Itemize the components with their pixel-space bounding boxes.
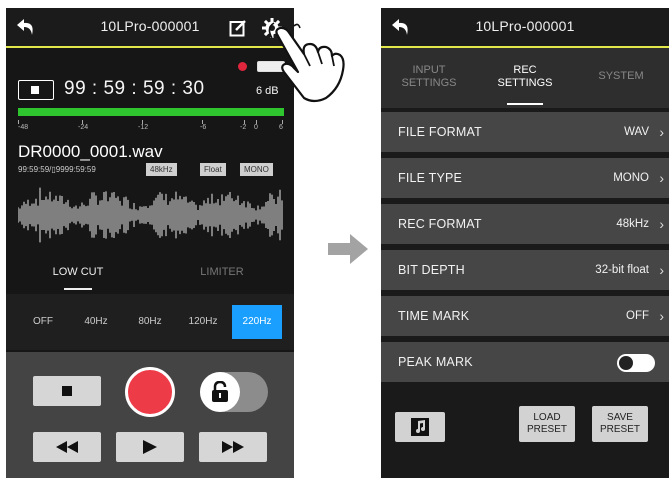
- chevron-right-icon: ›: [659, 308, 664, 324]
- menu-label: REC FORMAT: [398, 217, 482, 231]
- file-name: DR0000_0001.wav: [18, 142, 163, 161]
- edit-icon[interactable]: [229, 19, 247, 37]
- waveform: [18, 187, 283, 243]
- tab-rec-settings[interactable]: REC SETTINGS: [477, 64, 573, 90]
- remaining-time: 99:59:59/▯9999:59:59: [18, 165, 96, 174]
- rewind-button[interactable]: [33, 432, 101, 462]
- record-indicator: [238, 62, 247, 71]
- back-icon[interactable]: [391, 18, 411, 36]
- transition-arrow-icon: [328, 234, 368, 264]
- menu-value: WAV: [624, 126, 649, 138]
- menu-row-peak-mark: PEAK MARK: [381, 342, 669, 382]
- menu-row-time-mark[interactable]: TIME MARK OFF ›: [381, 296, 669, 336]
- lock-toggle[interactable]: [200, 372, 268, 412]
- meter-scale: -48 -24 -12 -6 -2 0 6: [18, 120, 284, 134]
- stop-button[interactable]: [33, 376, 101, 406]
- menu-label: FILE TYPE: [398, 171, 463, 185]
- scale-tick-label: 0: [254, 124, 258, 131]
- tab-limiter[interactable]: LIMITER: [170, 266, 274, 278]
- tab-underline: [64, 288, 92, 290]
- sample-rate-badge: 48kHz: [146, 163, 177, 176]
- main-screen: 10LPro-000001 99 : 59 : 59 : 30 6 dB -48…: [6, 8, 294, 478]
- music-library-button[interactable]: [395, 412, 445, 442]
- menu-value: MONO: [613, 172, 649, 184]
- scale-tick-label: -6: [200, 124, 207, 131]
- scale-tick-label: -12: [138, 124, 149, 131]
- menu-label: BIT DEPTH: [398, 263, 465, 277]
- record-button[interactable]: [125, 367, 175, 417]
- active-tab-underline: [507, 103, 543, 105]
- transport-status-icon: [18, 80, 54, 100]
- scale-tick-label: -2: [240, 124, 247, 131]
- back-icon[interactable]: [16, 18, 36, 36]
- low-cut-off[interactable]: OFF: [18, 316, 68, 327]
- top-bar: 10LPro-000001: [6, 8, 294, 46]
- level-meter: [18, 108, 284, 116]
- preset-bar: LOAD PRESET SAVE PRESET: [381, 394, 669, 478]
- fast-forward-button[interactable]: [199, 432, 267, 462]
- menu-label: PEAK MARK: [398, 355, 473, 369]
- device-title: 10LPro-000001: [100, 18, 200, 34]
- scale-tick-label: 6: [279, 124, 283, 131]
- play-button[interactable]: [116, 432, 184, 462]
- top-bar: 10LPro-000001: [381, 8, 669, 46]
- low-cut-80hz[interactable]: 80Hz: [125, 316, 175, 327]
- save-preset-button[interactable]: SAVE PRESET: [592, 406, 648, 442]
- stop-icon: [62, 386, 72, 396]
- fast-forward-icon: [222, 441, 244, 453]
- effect-tabs: LOW CUT LIMITER: [6, 252, 294, 292]
- menu-value: OFF: [626, 310, 649, 322]
- low-cut-120hz[interactable]: 120Hz: [178, 316, 228, 327]
- rewind-icon: [56, 441, 78, 453]
- chevron-right-icon: ›: [659, 170, 664, 186]
- low-cut-options: OFF 40Hz 80Hz 120Hz 220Hz: [6, 294, 294, 350]
- menu-row-bit-depth[interactable]: BIT DEPTH 32-bit float ›: [381, 250, 669, 290]
- settings-tabs: INPUT SETTINGS REC SETTINGS SYSTEM: [381, 48, 669, 108]
- tab-low-cut[interactable]: LOW CUT: [26, 266, 130, 278]
- top-bar-accent: [6, 46, 294, 48]
- lock-knob: [200, 372, 240, 412]
- low-cut-40hz[interactable]: 40Hz: [71, 316, 121, 327]
- channel-badge: MONO: [240, 163, 273, 176]
- menu-row-file-format[interactable]: FILE FORMAT WAV ›: [381, 112, 669, 152]
- scale-tick-label: -48: [18, 124, 29, 131]
- chevron-right-icon: ›: [659, 262, 664, 278]
- scale-tick-label: -24: [78, 124, 89, 131]
- music-note-icon: [411, 418, 429, 436]
- timecode: 99 : 59 : 59 : 30: [64, 78, 205, 99]
- chevron-right-icon: ›: [659, 124, 664, 140]
- transport-controls: [6, 352, 294, 478]
- tap-hand-icon: [268, 22, 345, 103]
- menu-label: FILE FORMAT: [398, 125, 482, 139]
- unlock-icon: [212, 381, 228, 402]
- peak-mark-toggle[interactable]: [617, 354, 655, 372]
- tab-input-settings[interactable]: INPUT SETTINGS: [381, 64, 477, 90]
- tab-system[interactable]: SYSTEM: [573, 70, 669, 83]
- play-icon: [143, 440, 157, 454]
- menu-value: 32-bit float: [595, 264, 649, 276]
- settings-screen: 10LPro-000001 INPUT SETTINGS REC SETTING…: [381, 8, 669, 478]
- device-title: 10LPro-000001: [475, 18, 575, 34]
- menu-value: 48kHz: [616, 218, 649, 230]
- low-cut-220hz[interactable]: 220Hz: [232, 305, 282, 339]
- menu-row-file-type[interactable]: FILE TYPE MONO ›: [381, 158, 669, 198]
- load-preset-button[interactable]: LOAD PRESET: [519, 406, 575, 442]
- bit-depth-badge: Float: [200, 163, 226, 176]
- menu-label: TIME MARK: [398, 309, 470, 323]
- chevron-right-icon: ›: [659, 216, 664, 232]
- menu-row-rec-format[interactable]: REC FORMAT 48kHz ›: [381, 204, 669, 244]
